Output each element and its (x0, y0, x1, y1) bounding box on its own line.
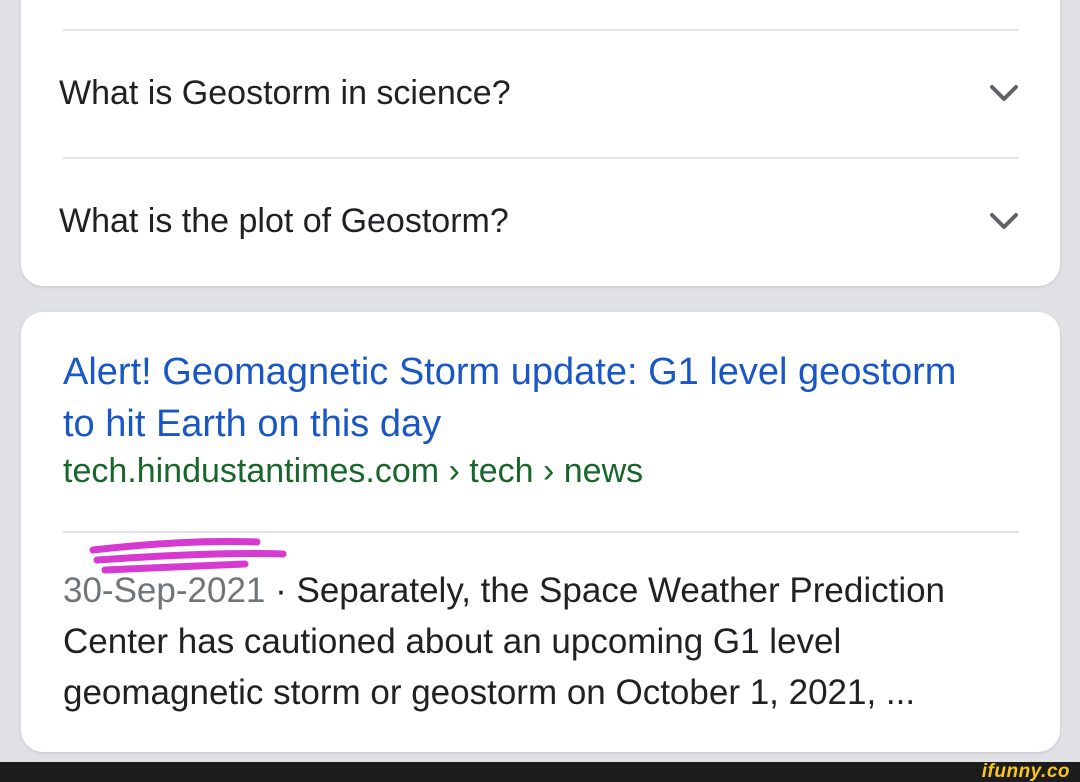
faq-item-geostorm-plot[interactable]: What is the plot of Geostorm? (21, 159, 1060, 286)
search-result-card: Alert! Geomagnetic Storm update: G1 leve… (21, 312, 1060, 752)
faq-question: What is the plot of Geostorm? (59, 202, 509, 240)
chevron-down-icon[interactable] (986, 203, 1022, 239)
result-breadcrumb[interactable]: tech.hindustantimes.com › tech › news (63, 452, 643, 491)
chevron-down-icon[interactable] (986, 75, 1022, 111)
faq-item-geostorm-science[interactable]: What is Geostorm in science? (21, 31, 1060, 158)
divider (63, 531, 1019, 533)
result-date: 30-Sep-2021 (63, 571, 266, 610)
ifunny-watermark: ifunny.co (981, 761, 1070, 782)
result-snippet: 30-Sep-2021 · Separately, the Space Weat… (63, 565, 1023, 718)
related-questions-card: What is Geostorm in science? What is the… (21, 0, 1060, 286)
separator: · (265, 571, 297, 610)
footer-bar: ifunny.co (0, 762, 1080, 782)
result-title-link[interactable]: Alert! Geomagnetic Storm update: G1 leve… (63, 346, 963, 450)
faq-question: What is Geostorm in science? (59, 74, 511, 112)
